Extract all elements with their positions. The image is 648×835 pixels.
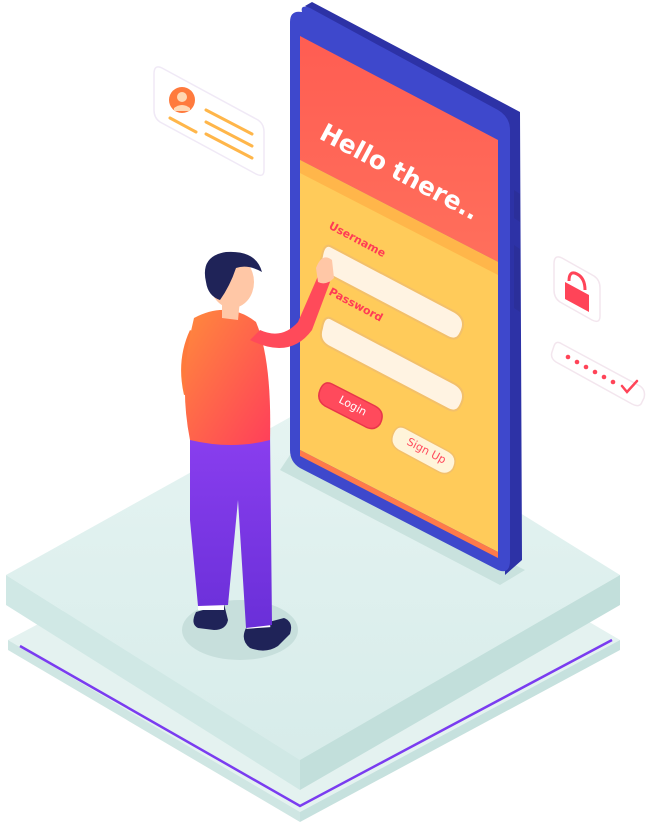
lock-card [553, 256, 601, 323]
password-dots-card [550, 341, 646, 407]
volume-button [514, 190, 520, 222]
login-illustration: Hello there.. Username Password Login Si… [0, 0, 648, 835]
shirt [184, 309, 271, 445]
user-profile-icon [169, 87, 195, 113]
profile-card [153, 66, 265, 177]
power-button [514, 245, 520, 312]
